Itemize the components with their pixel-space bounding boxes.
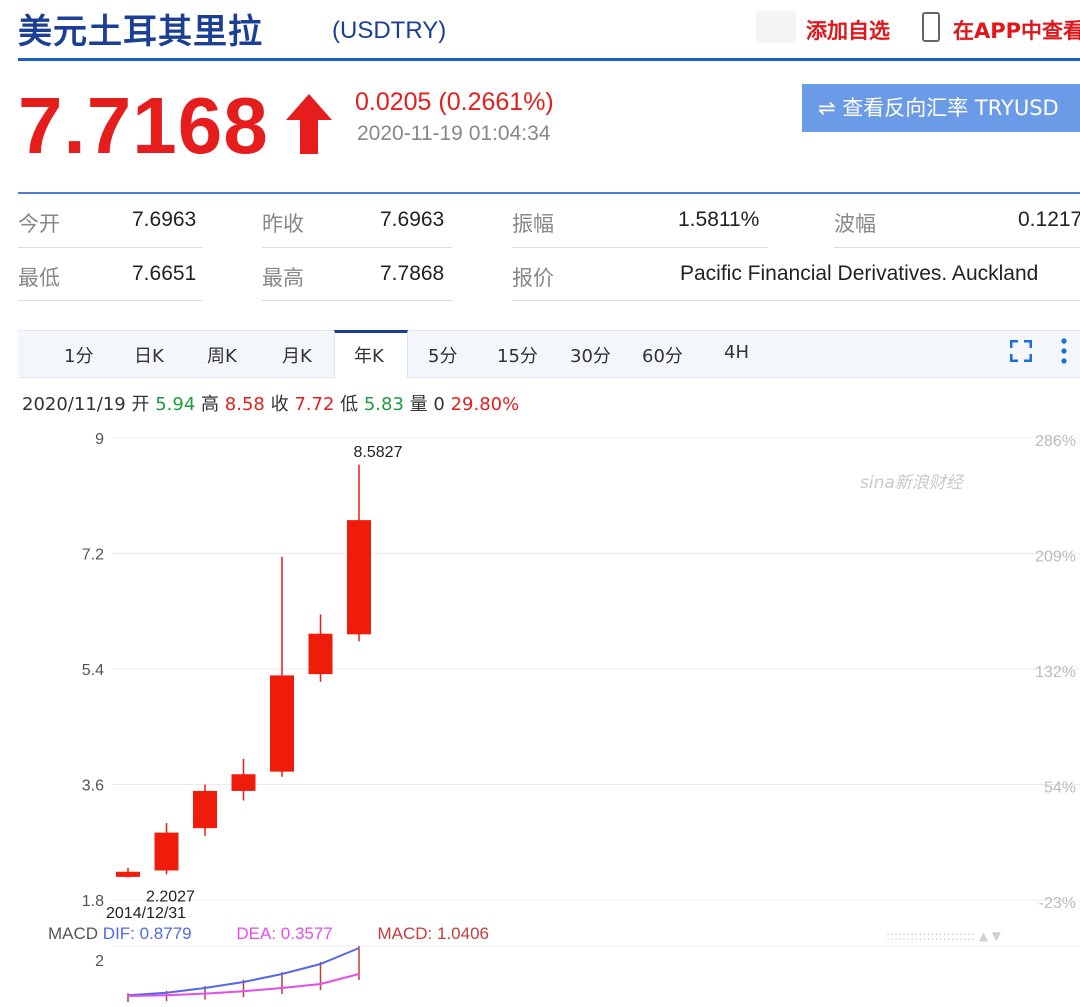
row-divider xyxy=(512,247,768,248)
period-tab-bar xyxy=(18,330,1080,378)
stat-value-prev-close: 7.6963 xyxy=(380,208,445,231)
candle-body xyxy=(231,774,256,791)
tab-60min[interactable]: 60分 xyxy=(642,342,683,368)
right-tick-label: 209% xyxy=(1035,549,1076,566)
start-date-label: 2014/12/31 xyxy=(106,905,186,922)
right-tick-label: 286% xyxy=(1035,433,1076,450)
row-divider xyxy=(18,300,203,301)
tab-30min[interactable]: 30分 xyxy=(570,342,611,368)
current-price: 7.7168 xyxy=(18,81,269,170)
tab-15min[interactable]: 15分 xyxy=(497,342,538,368)
fullscreen-icon[interactable] xyxy=(1010,340,1032,362)
stat-value-low: 7.6651 xyxy=(132,262,197,285)
stats-divider xyxy=(18,192,1080,194)
kline-chart[interactable]: 9 286% 7.2 209% 5.4 132% 3.6 54% 1.8 -23% sina新浪财经… xyxy=(0,430,1080,1007)
tab-monthly[interactable]: 月K xyxy=(282,342,312,368)
right-tick-label: -23% xyxy=(1039,895,1076,912)
macd-pager-dots: :::::::::::::::::::::: ▲ ▼ xyxy=(886,929,1002,943)
stat-label-high: 最高 xyxy=(262,266,304,290)
macd-value: MACD: 1.0406 xyxy=(377,924,490,943)
ohlc-close-label: 收 xyxy=(270,394,289,415)
stat-label-range: 波幅 xyxy=(834,212,876,236)
stat-value-open: 7.6963 xyxy=(132,208,197,231)
price-change: 0.0205 (0.2661%) xyxy=(355,88,554,116)
ohlc-high-label: 高 xyxy=(201,394,220,415)
stat-label-quoter: 报价 xyxy=(512,266,554,290)
candle-body xyxy=(347,520,371,635)
stat-label-amplitude: 振幅 xyxy=(512,212,554,236)
more-icon[interactable] xyxy=(1058,336,1070,366)
stat-value-amplitude: 1.5811% xyxy=(678,208,760,231)
candle-body xyxy=(270,675,294,772)
tab-weekly[interactable]: 周K xyxy=(207,342,237,368)
view-in-app-link[interactable]: 在APP中查看 xyxy=(953,15,1080,45)
ohlc-high: 8.58 xyxy=(224,394,265,415)
ohlc-date: 2020/11/19 xyxy=(22,394,126,415)
macd-dif: DIF: 0.8779 xyxy=(102,924,192,943)
stat-label-open: 今开 xyxy=(18,212,60,236)
macd-dea: DEA: 0.3577 xyxy=(236,924,333,943)
stat-value-high: 7.7868 xyxy=(380,262,445,285)
ohlc-close: 7.72 xyxy=(294,394,335,415)
tab-4h[interactable]: 4H xyxy=(724,342,749,363)
ohlc-low: 5.83 xyxy=(363,394,404,415)
toolbar-blank xyxy=(756,11,796,43)
macd-legend: MACD DIF: 0.8779 DEA: 0.3577 MACD: 1.040… xyxy=(48,924,489,944)
phone-icon[interactable] xyxy=(922,12,940,42)
candle-body xyxy=(308,633,333,675)
page-title: 美元土耳其里拉 xyxy=(18,12,263,52)
right-tick-label: 132% xyxy=(1035,664,1076,681)
tab-yearly[interactable]: 年K xyxy=(354,342,384,368)
y-tick-label: 9 xyxy=(95,431,104,448)
candle-body xyxy=(116,871,140,877)
ohlc-summary: 2020/11/19 开 5.94 高 8.58 收 7.72 低 5.83 量… xyxy=(22,390,519,416)
y-tick-label: 5.4 xyxy=(82,662,104,679)
min-label: 2.2027 xyxy=(146,889,195,906)
ohlc-volume-label: 量 xyxy=(409,394,428,415)
stat-value-quoter: Pacific Financial Derivatives. Auckland xyxy=(680,262,1039,285)
row-divider xyxy=(262,247,452,248)
sina-watermark: sina新浪财经 xyxy=(860,473,965,493)
symbol-code: (USDTRY) xyxy=(332,17,447,44)
ohlc-open-label: 开 xyxy=(131,394,150,415)
max-label: 8.5827 xyxy=(354,444,403,461)
quote-time: 2020-11-19 01:04:34 xyxy=(357,122,551,145)
ohlc-open: 5.94 xyxy=(155,394,196,415)
reverse-rate-button[interactable]: ⇌ 查看反向汇率 TRYUSD xyxy=(802,84,1080,132)
ohlc-low-label: 低 xyxy=(340,394,359,415)
row-divider xyxy=(18,247,203,248)
row-divider xyxy=(512,300,1080,301)
macd-label: MACD xyxy=(48,924,99,943)
candle-body xyxy=(193,790,217,829)
stat-label-low: 最低 xyxy=(18,266,60,290)
add-favorite-link[interactable]: 添加自选 xyxy=(806,15,890,45)
right-tick-label: 54% xyxy=(1044,780,1076,797)
tab-1min[interactable]: 1分 xyxy=(64,342,93,368)
candle-body xyxy=(154,832,179,871)
row-divider xyxy=(262,300,452,301)
macd-axis-label: 2 xyxy=(95,953,104,970)
ohlc-volume: 0 xyxy=(433,394,445,415)
stat-label-prev-close: 昨收 xyxy=(262,212,304,236)
y-tick-label: 7.2 xyxy=(82,547,104,564)
row-divider xyxy=(834,247,1080,248)
y-tick-label: 1.8 xyxy=(82,893,104,910)
ohlc-change-pct: 29.80% xyxy=(450,394,520,415)
up-arrow-icon xyxy=(286,94,332,154)
tab-5min[interactable]: 5分 xyxy=(428,342,457,368)
y-tick-label: 3.6 xyxy=(82,778,104,795)
tab-daily[interactable]: 日K xyxy=(134,342,164,368)
stat-value-range: 0.1217 xyxy=(1018,208,1080,231)
header-divider xyxy=(18,58,1080,61)
